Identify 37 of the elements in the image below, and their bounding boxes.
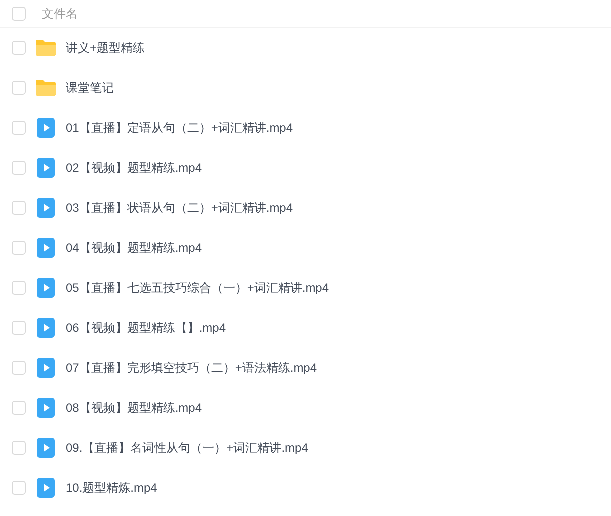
- video-file-icon: [37, 358, 55, 378]
- file-name[interactable]: 02【视频】题型精练.mp4: [66, 159, 202, 177]
- video-file-icon: [37, 278, 55, 298]
- checkbox[interactable]: [12, 401, 26, 415]
- checkbox[interactable]: [12, 441, 26, 455]
- folder-icon: [35, 39, 57, 57]
- file-name[interactable]: 07【直播】完形填空技巧（二）+语法精练.mp4: [66, 359, 318, 377]
- file-name[interactable]: 04【视频】题型精练.mp4: [66, 239, 202, 257]
- checkbox[interactable]: [12, 241, 26, 255]
- video-file-icon: [37, 398, 55, 418]
- file-name[interactable]: 01【直播】定语从句（二）+词汇精讲.mp4: [66, 119, 294, 137]
- checkbox[interactable]: [12, 121, 26, 135]
- checkbox[interactable]: [12, 6, 26, 20]
- file-name[interactable]: 05【直播】七选五技巧综合（一）+词汇精讲.mp4: [66, 279, 330, 297]
- file-name[interactable]: 06【视频】题型精练【】.mp4: [66, 319, 226, 337]
- video-file-icon: [37, 478, 55, 498]
- file-name[interactable]: 08【视频】题型精练.mp4: [66, 399, 202, 417]
- file-name[interactable]: 讲义+题型精练: [66, 39, 146, 57]
- checkbox[interactable]: [12, 161, 26, 175]
- video-file-icon: [37, 238, 55, 258]
- file-name[interactable]: 10.题型精炼.mp4: [66, 479, 158, 497]
- video-file-icon: [37, 158, 55, 178]
- checkbox[interactable]: [12, 481, 26, 495]
- video-file-icon: [37, 318, 55, 338]
- checkbox[interactable]: [12, 201, 26, 215]
- file-name[interactable]: 09.【直播】名词性从句（一）+词汇精讲.mp4: [66, 439, 308, 457]
- folder-icon: [35, 79, 57, 97]
- checkbox[interactable]: [12, 321, 26, 335]
- checkbox[interactable]: [12, 281, 26, 295]
- video-file-icon: [37, 198, 55, 218]
- checkbox[interactable]: [12, 41, 26, 55]
- checkbox[interactable]: [12, 81, 26, 95]
- file-name[interactable]: 03【直播】状语从句（二）+词汇精讲.mp4: [66, 199, 294, 217]
- video-file-icon: [37, 118, 55, 138]
- file-name[interactable]: 课堂笔记: [66, 79, 114, 97]
- checkbox[interactable]: [12, 361, 26, 375]
- video-file-icon: [37, 438, 55, 458]
